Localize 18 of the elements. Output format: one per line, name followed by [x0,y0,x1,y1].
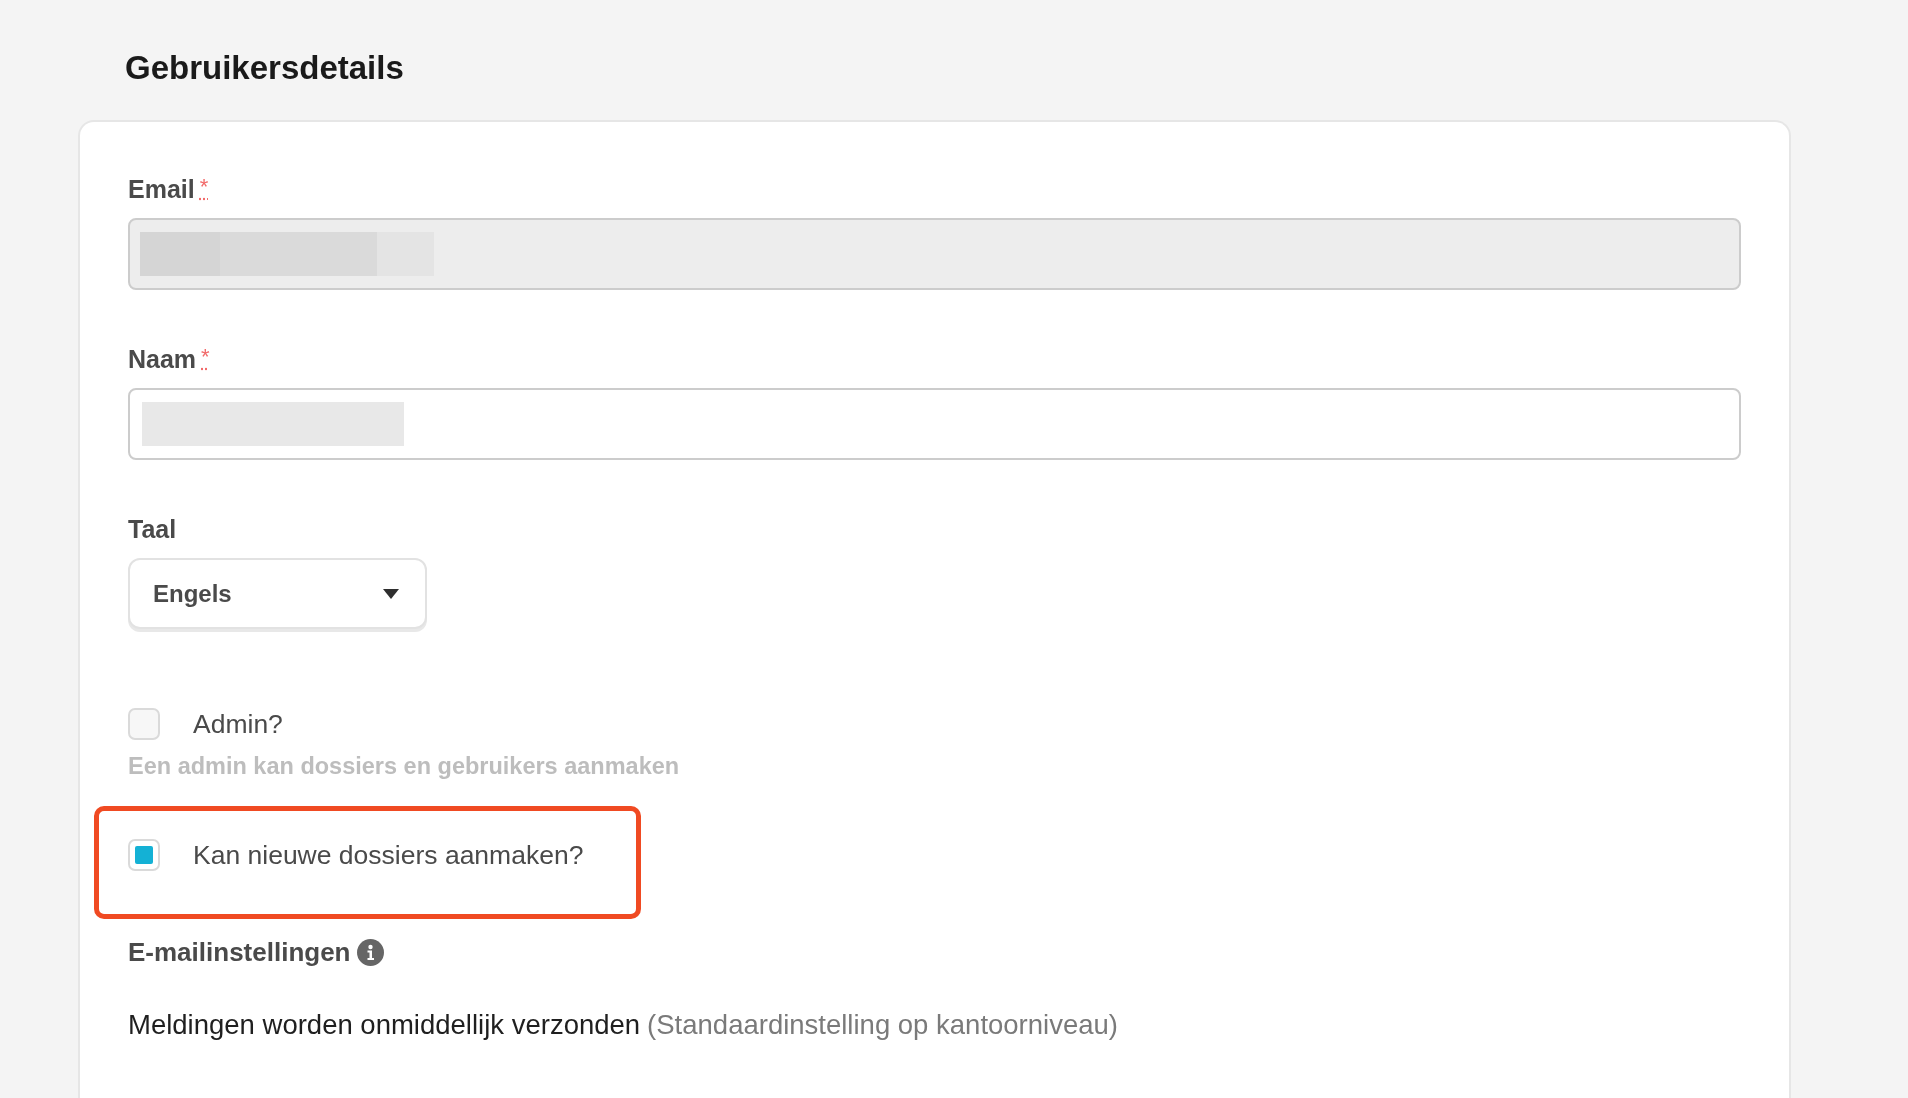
language-select[interactable]: Engels [128,558,427,629]
section-heading: E-mailinstellingen [128,936,351,968]
checkbox-label: Admin? [193,708,283,740]
info-icon[interactable] [356,938,384,966]
checkbox[interactable] [128,708,160,740]
field-label: Naam [128,344,197,374]
checkbox-label: Kan nieuwe dossiers aanmaken? [193,839,584,871]
input-field[interactable] [128,388,1741,460]
checkbox[interactable] [128,839,160,871]
page-title: Gebruikersdetails [125,48,404,87]
setting-value: Meldingen worden onmiddellijk verzonden [128,1009,641,1040]
field-label: Taal [128,514,177,544]
checkbox-hint: Een admin kan dossiers en gebruikers aanmaken [128,752,680,781]
required-mark: * [201,343,210,371]
field-label: Email [128,174,195,204]
required-mark: * [199,173,209,201]
caret-down-icon [383,588,399,599]
setting-note: (Standaardinstelling op kantoorniveau) [647,1009,1118,1040]
